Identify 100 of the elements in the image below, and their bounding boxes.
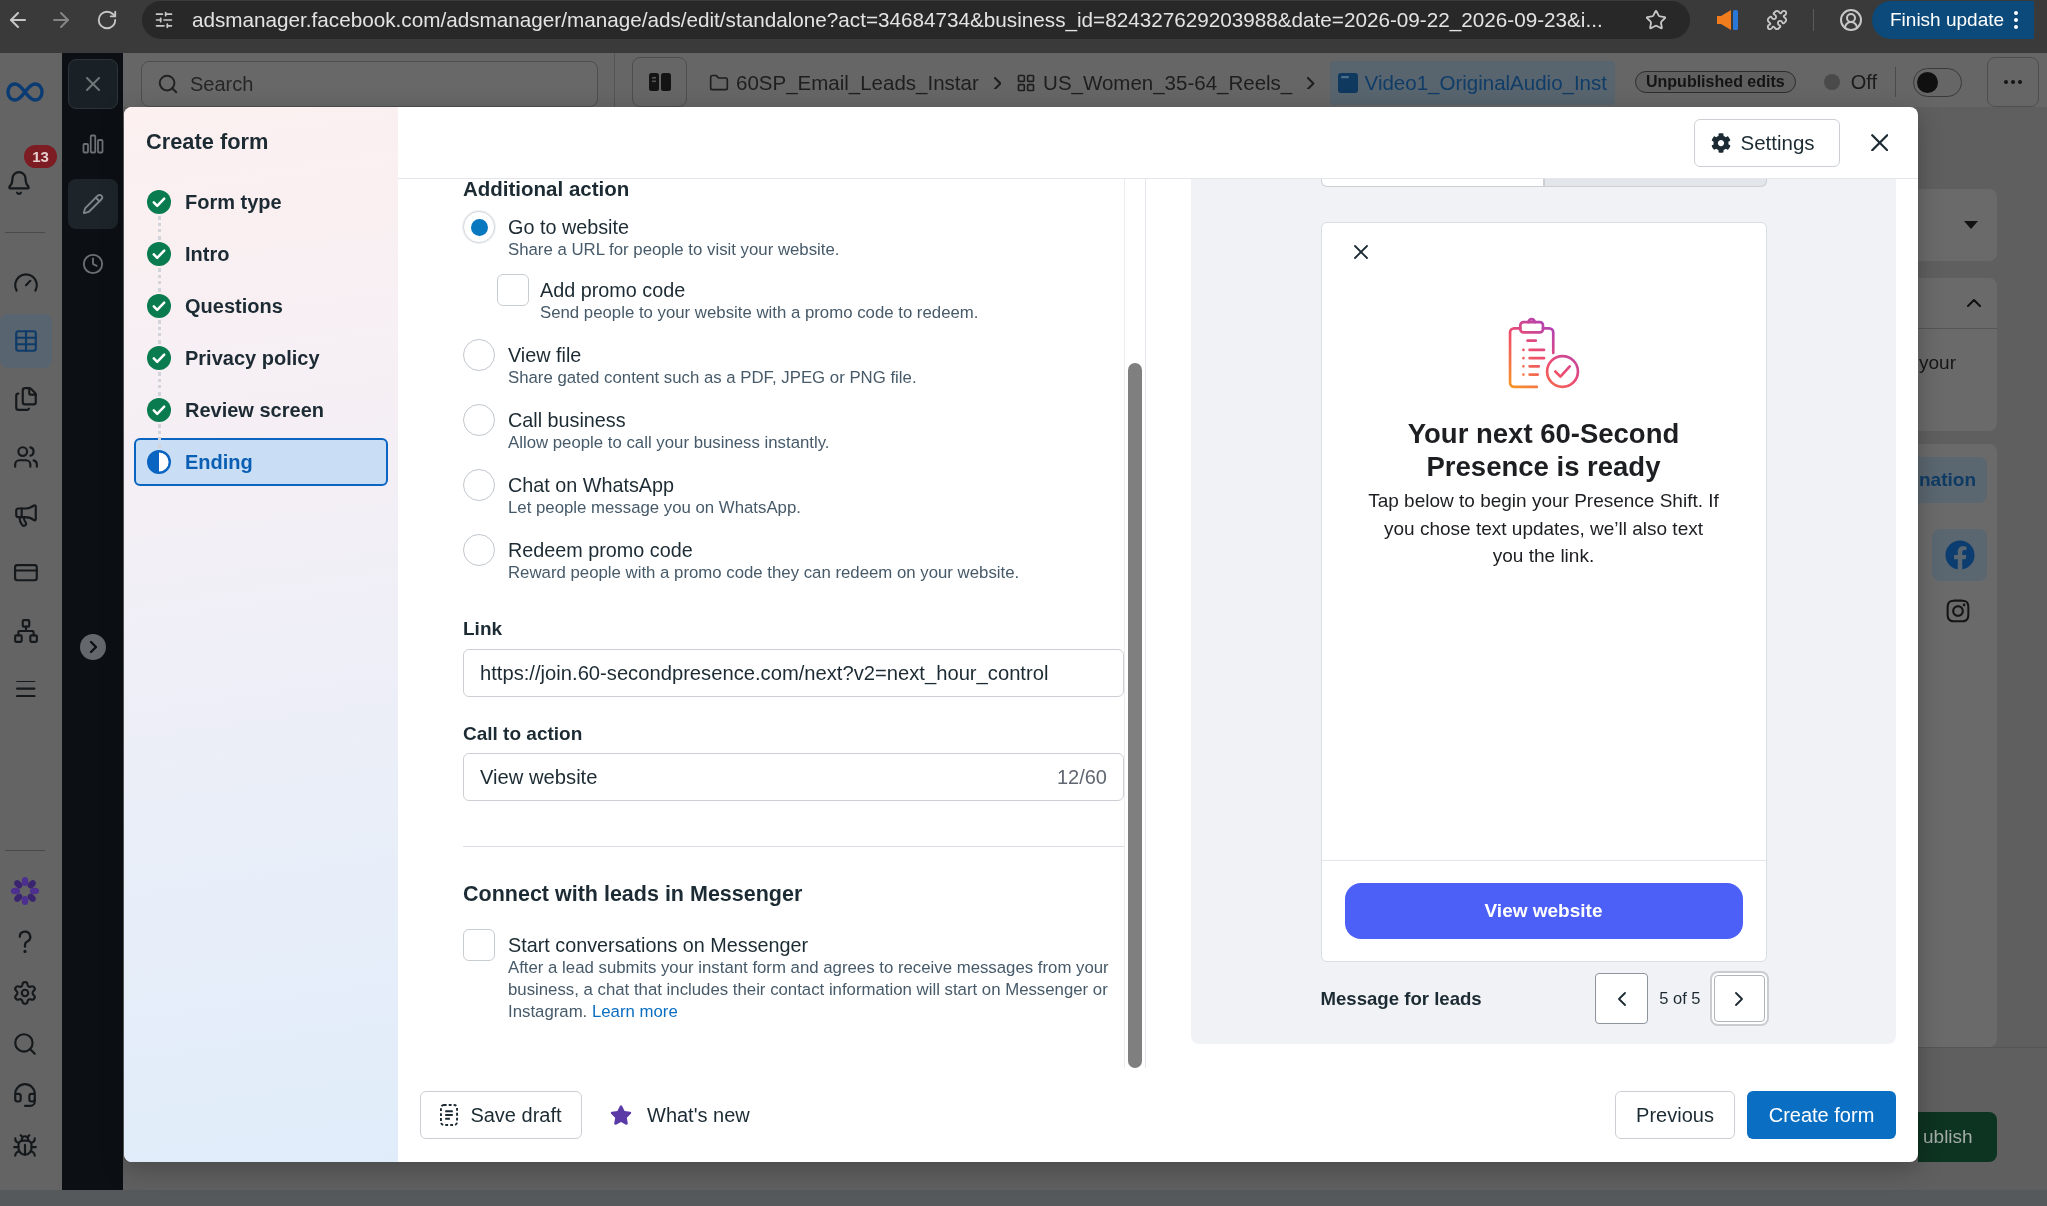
clock-icon — [81, 253, 104, 275]
tool-button[interactable] — [67, 179, 118, 229]
instagram-icon[interactable] — [1945, 598, 1971, 624]
close-icon — [1353, 245, 1368, 259]
people-icon[interactable] — [13, 444, 39, 470]
documents-icon[interactable] — [13, 386, 39, 412]
settings-button[interactable]: Settings — [1693, 118, 1840, 167]
radio-button[interactable] — [463, 534, 495, 566]
chevron-left-icon — [1617, 991, 1626, 1006]
settings-icon — [1710, 132, 1731, 153]
search-icon — [157, 73, 179, 95]
address-bar[interactable]: adsmanager.facebook.com/adsmanager/manage/ads/edit/standalone?act=34684734&business_id=824327629203988&date=2026-09-22_2026-09-23&i... — [142, 1, 1690, 39]
publish-button[interactable]: ublish — [1918, 1112, 1997, 1162]
bell-icon[interactable] — [6, 170, 32, 196]
back-icon[interactable] — [10, 12, 26, 28]
search-input[interactable]: Search — [190, 69, 490, 99]
profile-icon[interactable] — [1839, 8, 1863, 32]
dialog-title: Create form — [145, 129, 270, 155]
checkbox[interactable] — [497, 274, 529, 306]
save-draft-button[interactable]: Save draft — [420, 1091, 582, 1139]
option-label: Redeem promo code — [508, 538, 694, 562]
infinity-logo-icon[interactable] — [5, 81, 45, 103]
expand-chevron-icon[interactable] — [79, 634, 106, 660]
option-label: Chat on WhatsApp — [508, 473, 676, 497]
menu-icon[interactable] — [16, 681, 36, 697]
step-item[interactable]: Review screen — [134, 386, 388, 434]
question-mark-icon[interactable] — [17, 929, 33, 954]
option-description: Share a URL for people to visit your website. — [508, 239, 841, 261]
option-label: View file — [508, 343, 583, 367]
chevron-right-icon — [1735, 991, 1743, 1006]
text-field[interactable]: https://join.60-secondpresence.com/next?v2=next_hour_control — [463, 649, 1124, 697]
checkbox[interactable] — [463, 929, 495, 961]
star-icon — [610, 1104, 632, 1126]
chevron-right-icon — [1307, 76, 1315, 90]
close-button[interactable] — [67, 59, 118, 109]
table-icon[interactable] — [13, 328, 39, 354]
caret-down-icon[interactable] — [1964, 221, 1978, 229]
preview-text: Tap below to begin your Presence Shift. If you chose text updates, we’ll also text you the link. — [1367, 489, 1720, 568]
megaphone-icon[interactable] — [1717, 10, 1739, 30]
status-label: Off — [1850, 70, 1877, 94]
finish-update-button[interactable]: Finish update — [1872, 1, 2034, 39]
option-description: Send people to your website with a promo code to redeem. — [540, 302, 980, 324]
create-form-button[interactable]: Create form — [1747, 1091, 1896, 1139]
option-description: After a lead submits your instant form and agrees to receive messages from your business, a chat that includes their contact information will start on Messenger or Instagram. Learn more — [508, 957, 1110, 1023]
settings-icon[interactable] — [12, 979, 38, 1006]
card-text: your — [1918, 351, 1957, 375]
step-item[interactable]: Questions — [134, 282, 388, 330]
status-badge: Unpublished edits — [1635, 71, 1796, 93]
reload-icon[interactable] — [96, 9, 118, 31]
step-connector — [158, 424, 161, 448]
site-settings-icon[interactable] — [154, 10, 174, 30]
whats-new-button[interactable]: What's new — [610, 1091, 750, 1139]
notification-badge: 13 — [24, 145, 57, 168]
radio-button[interactable] — [463, 211, 495, 243]
status-toggle[interactable] — [1913, 67, 1962, 97]
search-field[interactable]: Search — [141, 61, 598, 107]
headset-icon[interactable] — [12, 1081, 38, 1108]
step-item[interactable]: Privacy policy — [134, 334, 388, 382]
scrollbar-track[interactable] — [1124, 179, 1145, 1068]
step-item[interactable]: Intro — [134, 230, 388, 278]
search-icon[interactable] — [12, 1030, 38, 1057]
step-item[interactable]: Ending — [134, 438, 388, 486]
chevron-right-icon — [993, 76, 1002, 90]
preview-title: Your next 60-Second Presence is ready — [1406, 417, 1681, 483]
bug-icon[interactable] — [12, 1132, 38, 1159]
rail-button[interactable] — [0, 314, 52, 368]
previous-button[interactable] — [1595, 973, 1649, 1024]
panel-toggle-button[interactable] — [632, 57, 687, 107]
learn-more-link[interactable]: Learn more — [591, 1002, 678, 1021]
option-description: Reward people with a promo code they can redeem on your website. — [508, 562, 1021, 584]
view-website-button[interactable]: View website — [1344, 883, 1743, 939]
credit-card-icon[interactable] — [14, 564, 38, 582]
flower-icon[interactable] — [10, 875, 40, 906]
preview-caption: Message for leads — [1320, 987, 1482, 1010]
option-description: Allow people to call your business instantly. — [508, 432, 831, 454]
puzzle-icon[interactable] — [1766, 9, 1788, 31]
bookmark-star-icon[interactable] — [1645, 9, 1667, 31]
field-label: Link — [463, 617, 504, 641]
dashed-document-icon — [440, 1104, 459, 1126]
option-label: Add promo code — [540, 278, 687, 302]
megaphone-icon[interactable] — [13, 502, 39, 528]
section-title: Connect with leads in Messenger — [463, 881, 804, 908]
network-icon[interactable] — [13, 618, 39, 644]
step-connector — [158, 320, 161, 344]
folder-icon — [709, 73, 729, 93]
close-icon — [85, 77, 100, 91]
close-icon[interactable] — [1870, 133, 1888, 152]
radio-button[interactable] — [463, 339, 495, 371]
option-label: Start conversations on Messenger — [508, 933, 810, 957]
radio-button[interactable] — [463, 404, 495, 436]
radio-button[interactable] — [463, 469, 495, 501]
text-input[interactable]: View website — [480, 762, 680, 792]
more-vertical-icon — [2014, 11, 2019, 29]
scrollbar-thumb[interactable] — [1128, 363, 1142, 1068]
facebook-icon[interactable] — [1932, 529, 1987, 581]
step-item[interactable]: Form type — [134, 178, 388, 226]
character-counter: 12/60 — [1056, 765, 1107, 789]
previous-button[interactable]: Previous — [1615, 1091, 1735, 1139]
text-field[interactable]: View website 12/60 — [463, 753, 1124, 801]
chevron-up-icon[interactable] — [1967, 299, 1981, 307]
